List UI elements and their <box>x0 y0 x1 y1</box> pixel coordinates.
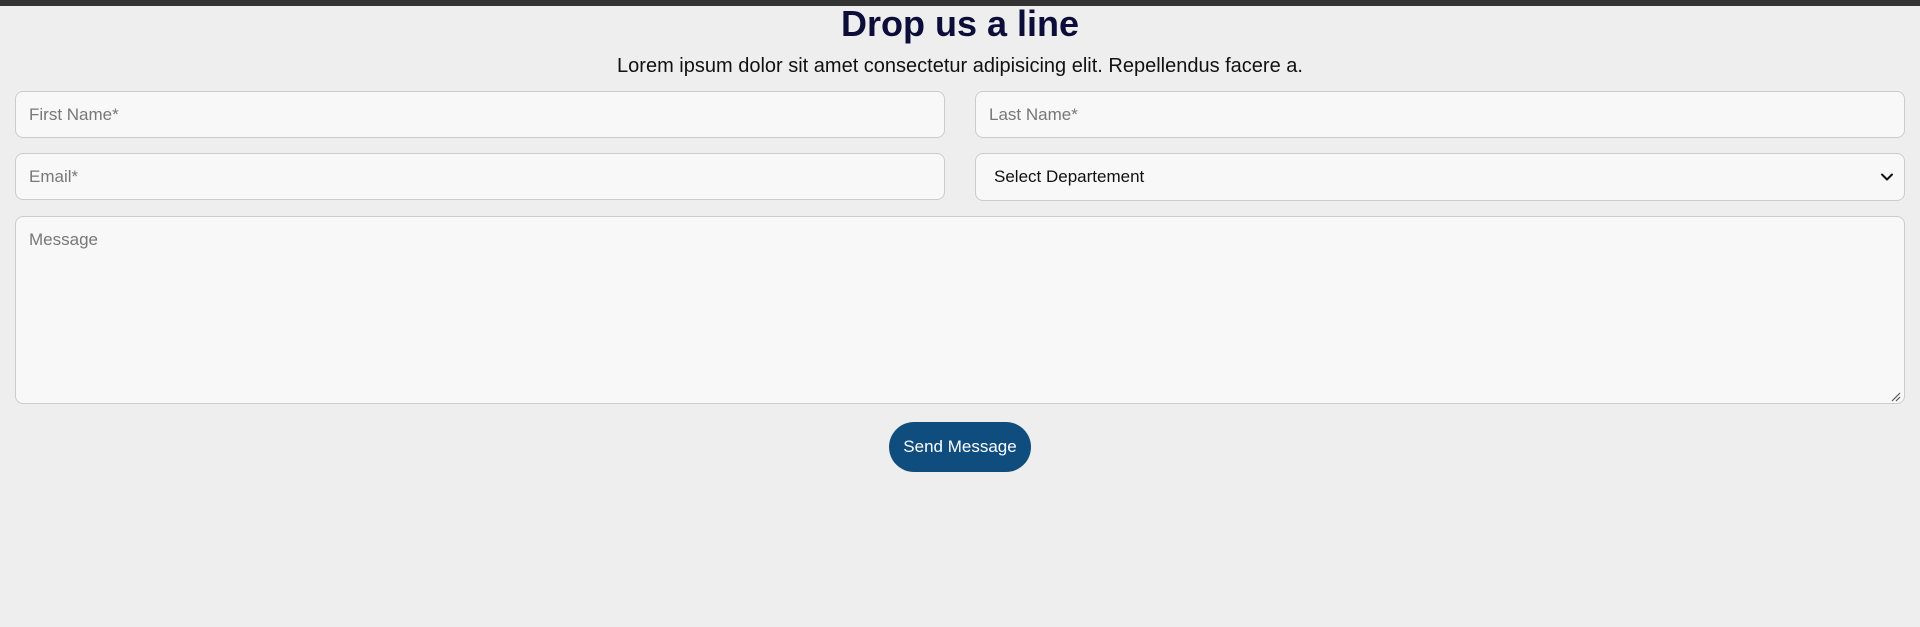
department-select-value: Select Departement <box>994 167 1145 186</box>
chevron-down-icon <box>1881 173 1893 181</box>
department-select[interactable]: Select Departement <box>975 153 1905 201</box>
page-title: Drop us a line <box>840 3 1080 44</box>
last-name-input[interactable] <box>975 91 1905 138</box>
first-name-input[interactable] <box>15 91 945 138</box>
message-textarea[interactable] <box>15 216 1905 404</box>
resize-grip-icon[interactable] <box>1889 390 1901 402</box>
send-message-button[interactable]: Send Message <box>889 422 1031 472</box>
page-subtitle: Lorem ipsum dolor sit amet consectetur a… <box>617 55 1303 77</box>
contact-page: Drop us a line Lorem ipsum dolor sit ame… <box>0 0 1920 627</box>
email-input[interactable] <box>15 153 945 200</box>
